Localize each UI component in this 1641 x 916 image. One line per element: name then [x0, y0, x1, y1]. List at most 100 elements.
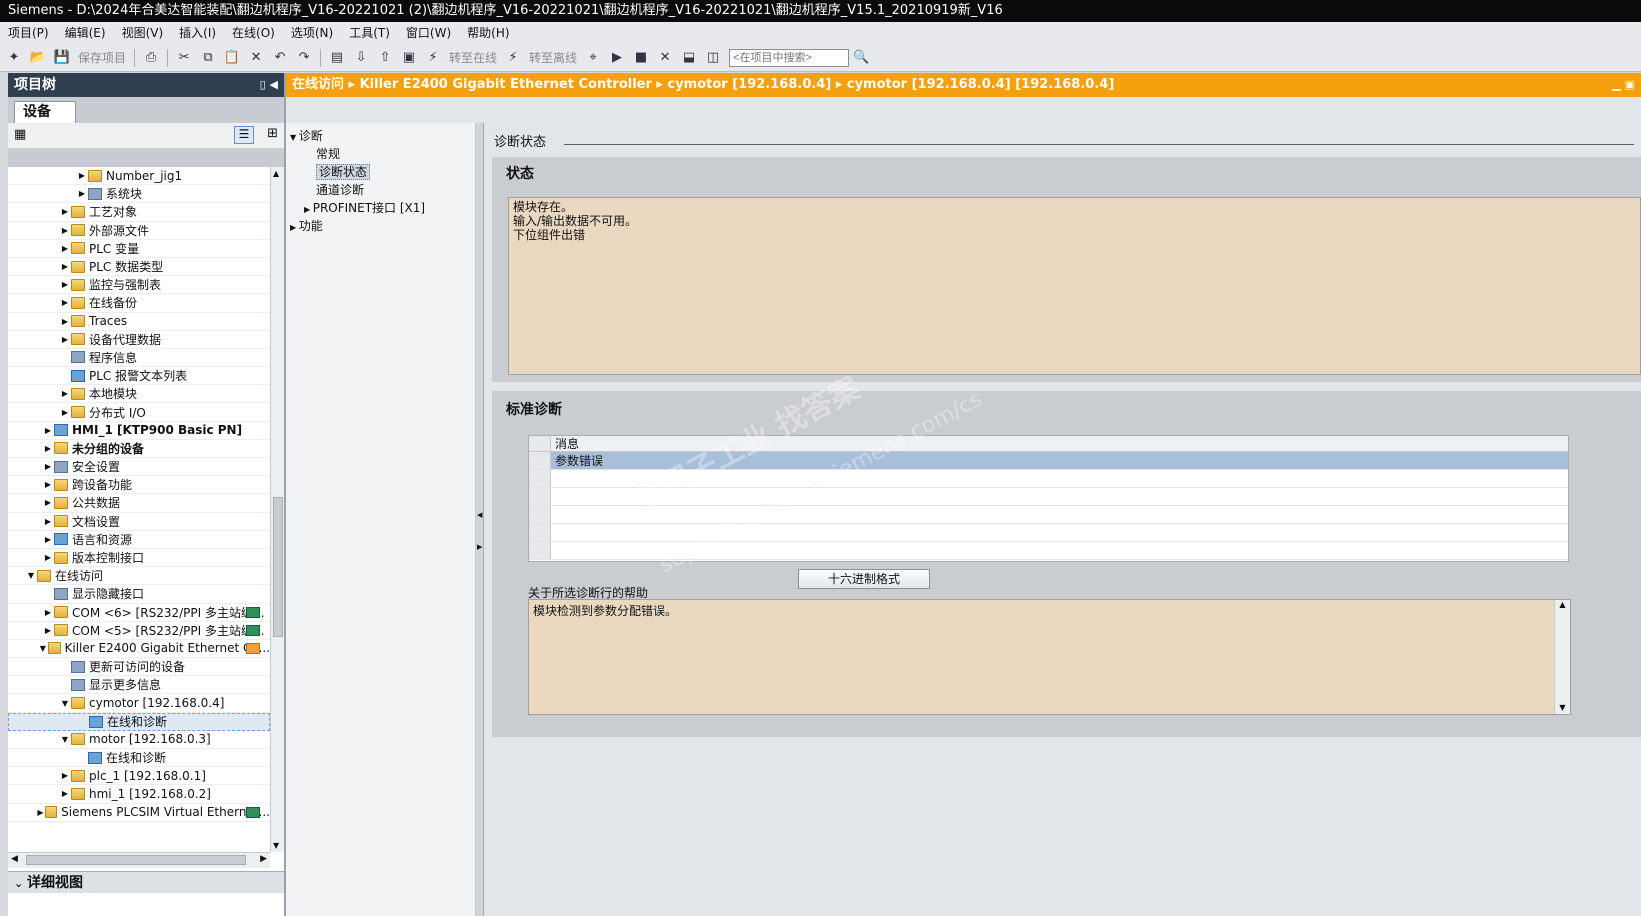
tree-item[interactable]: ▶ 跨设备功能 [8, 476, 270, 495]
chevron-down-icon[interactable]: ▼ [59, 735, 71, 744]
paste-icon[interactable]: 📋 [222, 48, 242, 68]
tree-item[interactable]: ▶ PLC 数据类型 [8, 258, 270, 277]
chevron-right-icon[interactable]: ▶ [59, 207, 71, 216]
print-icon[interactable]: ⎙ [141, 48, 161, 68]
redo-icon[interactable]: ↷ [294, 48, 314, 68]
menu-item[interactable]: 窗口(W) [398, 22, 459, 44]
menu-item[interactable]: 在线(O) [224, 22, 283, 44]
menu-item[interactable]: 插入(I) [171, 22, 224, 44]
breadcrumb-item[interactable]: cymotor [192.168.0.4] [667, 77, 831, 92]
chevron-right-icon[interactable]: ▶ [59, 262, 71, 271]
detail-view-header[interactable]: ⌄ 详细视图 [8, 871, 284, 893]
chevron-right-icon[interactable]: ▶ [59, 389, 71, 398]
chevron-right-icon[interactable]: ▶ [36, 808, 46, 817]
tree-item[interactable]: ▶ 工艺对象 [8, 203, 270, 222]
tree-item[interactable]: ▶ 分布式 I/O [8, 403, 270, 422]
split-vertical-icon[interactable]: ◫ [703, 48, 723, 68]
download-icon[interactable]: ⇩ [351, 48, 371, 68]
open-project-icon[interactable]: 📂 [28, 48, 48, 68]
table-row[interactable] [529, 470, 1568, 488]
expand-right-icon[interactable]: ▶ [477, 543, 482, 551]
scroll-up-icon[interactable]: ▲ [1555, 600, 1570, 609]
menu-item[interactable]: 项目(P) [0, 22, 57, 44]
tree-item[interactable]: 在线和诊断 [8, 712, 270, 731]
tree-item[interactable]: ▶ 在线备份 [8, 294, 270, 313]
tree-item[interactable]: ▶ HMI_1 [KTP900 Basic PN] [8, 422, 270, 440]
tree-item[interactable]: ▶ 公共数据 [8, 494, 270, 513]
go-offline-button[interactable]: 转至离线 [529, 49, 577, 66]
chevron-down-icon[interactable]: ▼ [25, 571, 37, 580]
save-project-button[interactable]: 保存项目 [78, 49, 126, 66]
tree-item[interactable]: ▶ 版本控制接口 [8, 549, 270, 568]
tree-item[interactable]: ▶ Number_jig1 [8, 167, 270, 186]
upload-icon[interactable]: ⇧ [375, 48, 395, 68]
cut-icon[interactable]: ✂ [174, 48, 194, 68]
chevron-right-icon[interactable]: ▶ [59, 317, 71, 326]
tree-item[interactable]: ▶ 系统块 [8, 185, 270, 204]
tree-item[interactable]: ▶ 文档设置 [8, 513, 270, 531]
delete-icon[interactable]: ✕ [246, 48, 266, 68]
tree-item[interactable]: 显示更多信息 [8, 676, 270, 695]
panel-splitter[interactable]: ◀ ▶ [476, 123, 484, 916]
add-device-icon[interactable]: ⊞ [267, 126, 278, 141]
nav-channel-diag[interactable]: 通道诊断 [286, 181, 475, 199]
tree-item[interactable]: ▶ 外部源文件 [8, 222, 270, 240]
tree-item[interactable]: ▼ cymotor [192.168.0.4] [8, 694, 270, 713]
chevron-right-icon[interactable]: ▶ [59, 789, 71, 798]
nav-diag-status[interactable]: 诊断状态 [286, 163, 475, 181]
hex-format-button[interactable]: 十六进制格式 [798, 569, 930, 589]
panel-collapse-icon[interactable]: ▯ ◀ [260, 73, 278, 97]
undo-icon[interactable]: ↶ [270, 48, 290, 68]
tab-devices[interactable]: 设备 [14, 101, 76, 123]
tree-item[interactable]: ▶ COM <5> [RS232/PPI 多主站编... [8, 622, 270, 640]
tree-item[interactable]: ▶ COM <6> [RS232/PPI 多主站编... [8, 604, 270, 622]
new-project-icon[interactable]: ✦ [4, 48, 24, 68]
tree-item[interactable]: ▶ Traces [8, 313, 270, 331]
nav-diagnostics[interactable]: ▼ 诊断 [286, 127, 475, 145]
chevron-right-icon[interactable]: ▶ [42, 535, 54, 544]
chevron-right-icon[interactable]: ▶ [42, 517, 54, 526]
chevron-down-icon[interactable]: ▼ [59, 699, 71, 708]
hscroll-thumb[interactable] [26, 855, 246, 865]
menu-item[interactable]: 帮助(H) [459, 22, 517, 44]
table-row[interactable] [529, 542, 1568, 560]
project-search-input[interactable] [729, 48, 850, 67]
scroll-thumb[interactable] [273, 497, 283, 637]
chevron-right-icon[interactable]: ▶ [42, 553, 54, 562]
go-online-icon[interactable]: ⚡ [423, 48, 443, 68]
tree-item[interactable]: ▼ 在线访问 [8, 567, 270, 586]
compile-icon[interactable]: ▤ [327, 48, 347, 68]
tree-item[interactable]: ▶ plc_1 [192.168.0.1] [8, 767, 270, 786]
chevron-down-icon[interactable]: ▼ [38, 644, 48, 653]
table-row[interactable] [529, 506, 1568, 524]
chevron-right-icon[interactable]: ▶ [59, 771, 71, 780]
tree-item[interactable]: ▶ hmi_1 [192.168.0.2] [8, 785, 270, 804]
nav-functions[interactable]: ▶ 功能 [286, 217, 475, 235]
tree-vertical-scrollbar[interactable]: ▲ ▼ [270, 167, 284, 852]
tree-item[interactable]: PLC 报警文本列表 [8, 367, 270, 386]
menu-item[interactable]: 工具(T) [341, 22, 398, 44]
start-cpu-icon[interactable]: ▶ [607, 48, 627, 68]
list-view-icon[interactable]: ☰ [234, 126, 254, 144]
tree-item[interactable]: ▶ 安全设置 [8, 458, 270, 477]
save-icon[interactable]: 💾 [52, 48, 72, 68]
chevron-right-icon[interactable]: ▶ [59, 335, 71, 344]
scroll-down-icon[interactable]: ▼ [1555, 703, 1570, 712]
chevron-right-icon[interactable]: ▶ [42, 462, 54, 471]
tree-item[interactable]: ▼ Killer E2400 Gigabit Ethernet Co... [8, 640, 270, 659]
simulation-icon[interactable]: ▣ [399, 48, 419, 68]
scroll-right-icon[interactable]: ▶ [260, 854, 267, 864]
tree-horizontal-scrollbar[interactable]: ◀ ▶ [8, 852, 270, 868]
scroll-left-icon[interactable]: ◀ [11, 854, 18, 864]
close-icon[interactable]: ✕ [655, 48, 675, 68]
split-horizontal-icon[interactable]: ⬓ [679, 48, 699, 68]
chevron-right-icon[interactable]: ▶ [42, 426, 54, 435]
tree-view-icon[interactable]: ▦ [14, 127, 26, 142]
tree-item[interactable]: 在线和诊断 [8, 749, 270, 768]
chevron-right-icon[interactable]: ▶ [76, 189, 88, 198]
tree-item[interactable]: ▶ 设备代理数据 [8, 331, 270, 349]
tree-item[interactable]: ▶ Siemens PLCSIM Virtual Ethernet... [8, 804, 270, 822]
chevron-right-icon[interactable]: ▶ [76, 171, 88, 180]
chevron-right-icon[interactable]: ▶ [59, 244, 71, 253]
menu-item[interactable]: 选项(N) [283, 22, 341, 44]
